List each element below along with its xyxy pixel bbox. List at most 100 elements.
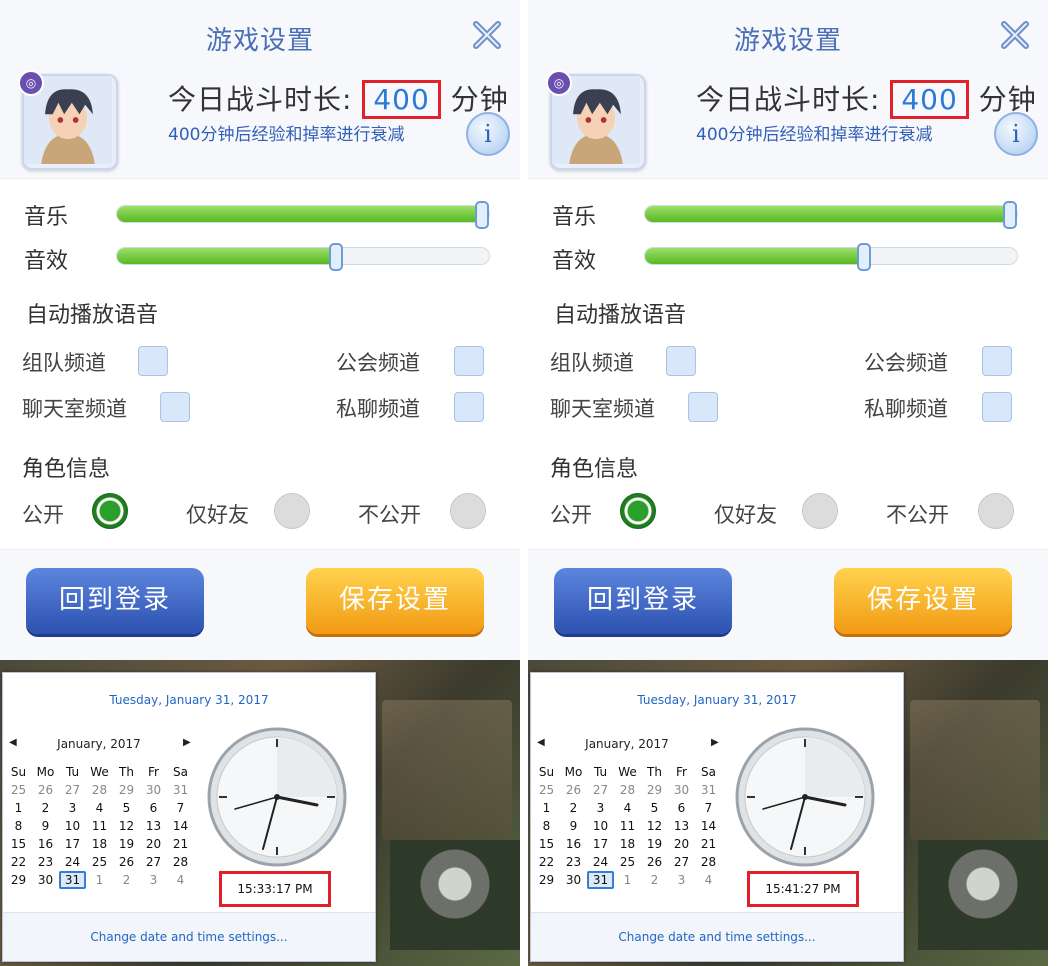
role-private-label: 不公开 — [358, 503, 421, 527]
calendar-date-line[interactable]: Tuesday, January 31, 2017 — [531, 693, 903, 707]
role-friends-label: 仅好友 — [714, 503, 777, 527]
music-slider-fill — [117, 206, 482, 222]
calendar-day-today[interactable]: 31 — [587, 871, 614, 889]
role-public-radio[interactable] — [620, 493, 656, 529]
role-private-label: 不公开 — [886, 503, 949, 527]
calendar-day[interactable]: 29 — [533, 871, 560, 889]
role-friends-radio[interactable] — [802, 493, 838, 529]
calendar-month: January, 2017 — [585, 737, 669, 751]
sfx-slider-fill — [117, 248, 337, 264]
save-settings-button[interactable]: 保存设置 — [834, 568, 1012, 634]
chevron-left-icon[interactable]: ◀ — [9, 737, 17, 748]
channel-private-checkbox[interactable] — [982, 392, 1012, 422]
channel-guild-checkbox[interactable] — [454, 346, 484, 376]
channel-team-checkbox[interactable] — [138, 346, 168, 376]
auto-voice-title: 自动播放语音 — [26, 303, 159, 328]
change-date-time-link[interactable]: Change date and time settings... — [531, 912, 903, 961]
panel-divider — [520, 0, 528, 966]
music-slider-thumb[interactable] — [474, 201, 489, 229]
calendar-month: January, 2017 — [57, 737, 141, 751]
settings-panel-right: 游戏设置 ◎ 今日战斗时长: 400 分钟 400分钟后经验和掉率进行衰减 i … — [528, 0, 1048, 966]
channel-guild-label: 公会频道 — [864, 351, 948, 375]
role-private-radio[interactable] — [450, 493, 486, 529]
info-icon[interactable]: i — [994, 112, 1038, 156]
calendar-day[interactable]: 2 — [641, 871, 668, 889]
background-engine — [918, 840, 1048, 950]
calendar-popup: Tuesday, January 31, 2017 ◀ January, 201… — [530, 672, 904, 962]
back-to-login-button[interactable]: 回到登录 — [554, 568, 732, 634]
channel-team-checkbox[interactable] — [666, 346, 696, 376]
avatar[interactable]: ◎ — [18, 70, 118, 170]
calendar-day[interactable]: 29 — [5, 871, 32, 889]
settings-section: 音乐 音效 自动播放语音 组队频道 公会频道 聊天室频道 私聊频道 角色信息 公… — [528, 178, 1048, 550]
channel-guild-label: 公会频道 — [336, 351, 420, 375]
decay-note: 400分钟后经验和掉率进行衰减 — [168, 125, 405, 145]
auto-voice-title: 自动播放语音 — [554, 303, 687, 328]
role-friends-label: 仅好友 — [186, 503, 249, 527]
chevron-left-icon[interactable]: ◀ — [537, 737, 545, 748]
clock-time: 15:41:27 PM — [747, 871, 859, 907]
channel-chatroom-checkbox[interactable] — [160, 392, 190, 422]
calendar-week-row: 8 9 10 11 12 13 14 — [533, 815, 723, 833]
calendar-date-line[interactable]: Tuesday, January 31, 2017 — [3, 693, 375, 707]
calendar-weekday-row: Su Mo Tu We Th Fr Sa — [5, 761, 195, 779]
role-public-radio[interactable] — [92, 493, 128, 529]
role-friends-radio[interactable] — [274, 493, 310, 529]
calendar-day[interactable]: 4 — [167, 871, 194, 889]
sfx-slider-thumb[interactable] — [857, 243, 872, 271]
close-icon[interactable] — [998, 18, 1032, 52]
battle-duration-unit: 分钟 — [450, 83, 509, 116]
calendar-day[interactable]: 4 — [695, 871, 722, 889]
calendar-week-row: 1234567 — [533, 797, 723, 815]
avatar[interactable]: ◎ — [546, 70, 646, 170]
battle-duration-label: 今日战斗时长: — [696, 83, 881, 116]
close-icon[interactable] — [470, 18, 504, 52]
calendar-day[interactable]: 2 — [113, 871, 140, 889]
channel-private-checkbox[interactable] — [454, 392, 484, 422]
sfx-slider[interactable] — [116, 243, 490, 271]
calendar-week-row: 29 30 31 1 2 3 4 — [5, 869, 195, 889]
info-icon[interactable]: i — [466, 112, 510, 156]
sfx-slider-thumb[interactable] — [329, 243, 344, 271]
calendar-day[interactable]: 1 — [86, 871, 113, 889]
calendar-grid: Su Mo Tu We Th Fr Sa 25 26 27 28 29 30 31 1 2 3 4 5 6 7 8 9 10 1… — [533, 761, 723, 889]
decay-note: 400分钟后经验和掉率进行衰减 — [696, 125, 933, 145]
clock-time: 15:33:17 PM — [219, 871, 331, 907]
channel-guild-checkbox[interactable] — [982, 346, 1012, 376]
channel-chatroom-label: 聊天室频道 — [22, 397, 127, 421]
sfx-label: 音效 — [24, 249, 69, 274]
calendar-day[interactable]: 30 — [560, 871, 587, 889]
music-slider[interactable] — [116, 201, 490, 229]
music-slider-fill — [645, 206, 1010, 222]
calendar-day-today[interactable]: 31 — [59, 871, 86, 889]
calendar-day[interactable]: 3 — [140, 871, 167, 889]
battle-duration: 今日战斗时长: 400 分钟 — [168, 78, 509, 119]
calendar-grid: Su Mo Tu We Th Fr Sa 25 26 27 28 29 30 31 1 2 3 4 5 6 7 8 9 10 1… — [5, 761, 195, 889]
music-slider[interactable] — [644, 201, 1018, 229]
calendar-day[interactable]: 1 — [614, 871, 641, 889]
chevron-right-icon[interactable]: ▶ — [183, 737, 191, 748]
background-structure — [382, 700, 512, 840]
battle-duration-value: 400 — [362, 80, 441, 119]
dialog-title: 游戏设置 — [733, 26, 842, 56]
settings-section: 音乐 音效 自动播放语音 组队频道 公会频道 聊天室频道 私聊频道 角色信息 公… — [0, 178, 520, 550]
role-private-radio[interactable] — [978, 493, 1014, 529]
music-label: 音乐 — [24, 205, 69, 230]
sfx-slider[interactable] — [644, 243, 1018, 271]
calendar-day[interactable]: 30 — [32, 871, 59, 889]
dialog-title: 游戏设置 — [205, 26, 314, 56]
save-settings-button[interactable]: 保存设置 — [306, 568, 484, 634]
channel-team-label: 组队频道 — [22, 351, 106, 375]
channel-chatroom-label: 聊天室频道 — [550, 397, 655, 421]
calendar-week-row: 29 30 31 1 2 3 4 — [533, 869, 723, 889]
music-slider-thumb[interactable] — [1002, 201, 1017, 229]
calendar-day[interactable]: 3 — [668, 871, 695, 889]
role-public-label: 公开 — [22, 503, 64, 527]
back-to-login-button[interactable]: 回到登录 — [26, 568, 204, 634]
calendar-week-row: 25 26 27 28 29 30 31 — [5, 779, 195, 797]
clock-icon — [207, 727, 347, 867]
change-date-time-link[interactable]: Change date and time settings... — [3, 912, 375, 961]
chevron-right-icon[interactable]: ▶ — [711, 737, 719, 748]
channel-chatroom-checkbox[interactable] — [688, 392, 718, 422]
channel-private-label: 私聊频道 — [336, 397, 420, 421]
